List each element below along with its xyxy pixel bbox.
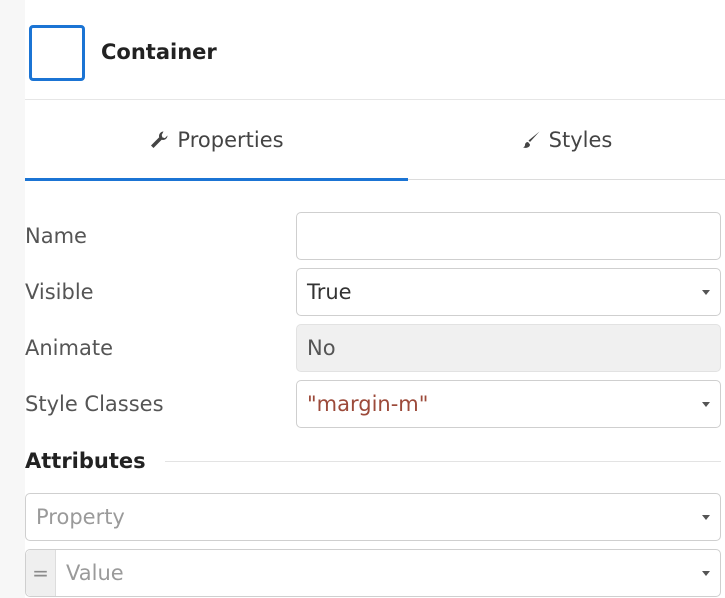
chevron-down-icon — [702, 571, 710, 576]
name-label: Name — [25, 224, 87, 248]
visible-select[interactable]: True — [296, 268, 721, 316]
name-input[interactable] — [296, 212, 721, 260]
attribute-property-placeholder: Property — [36, 505, 125, 529]
widget-header: Container — [25, 8, 725, 100]
animate-label: Animate — [25, 336, 113, 360]
style-classes-select[interactable]: "margin-m" — [296, 380, 721, 428]
attribute-value-placeholder: Value — [66, 561, 124, 585]
chevron-down-icon — [702, 290, 710, 295]
attribute-value-select[interactable]: = Value — [25, 549, 721, 597]
wrench-icon — [149, 130, 169, 150]
attributes-section: Attributes — [25, 446, 725, 476]
tab-properties-label: Properties — [177, 128, 284, 152]
visible-label: Visible — [25, 280, 94, 304]
style-classes-row: Style Classes "margin-m" — [25, 380, 725, 428]
attribute-property-select[interactable]: Property — [25, 493, 721, 541]
style-classes-value: "margin-m" — [307, 392, 429, 416]
properties-panel: Container Properties Styles Name Visible… — [25, 8, 725, 598]
tab-styles-label: Styles — [548, 128, 613, 152]
section-divider — [165, 461, 721, 462]
chevron-down-icon — [702, 402, 710, 407]
brush-icon — [521, 130, 541, 150]
active-tab-indicator — [25, 178, 408, 181]
attributes-heading: Attributes — [25, 446, 160, 476]
visible-value: True — [307, 280, 352, 304]
name-row: Name — [25, 212, 725, 260]
visible-row: Visible True — [25, 268, 725, 316]
panel-tabs: Properties Styles — [25, 100, 725, 181]
animate-row: Animate No — [25, 324, 725, 372]
style-classes-label: Style Classes — [25, 392, 164, 416]
container-widget-icon — [29, 25, 85, 81]
tab-styles[interactable]: Styles — [408, 100, 725, 180]
widget-title: Container — [101, 40, 217, 64]
equals-prefix: = — [26, 550, 56, 596]
left-gutter — [0, 0, 25, 598]
chevron-down-icon — [702, 515, 710, 520]
tab-properties[interactable]: Properties — [25, 100, 408, 181]
animate-field: No — [296, 324, 721, 372]
